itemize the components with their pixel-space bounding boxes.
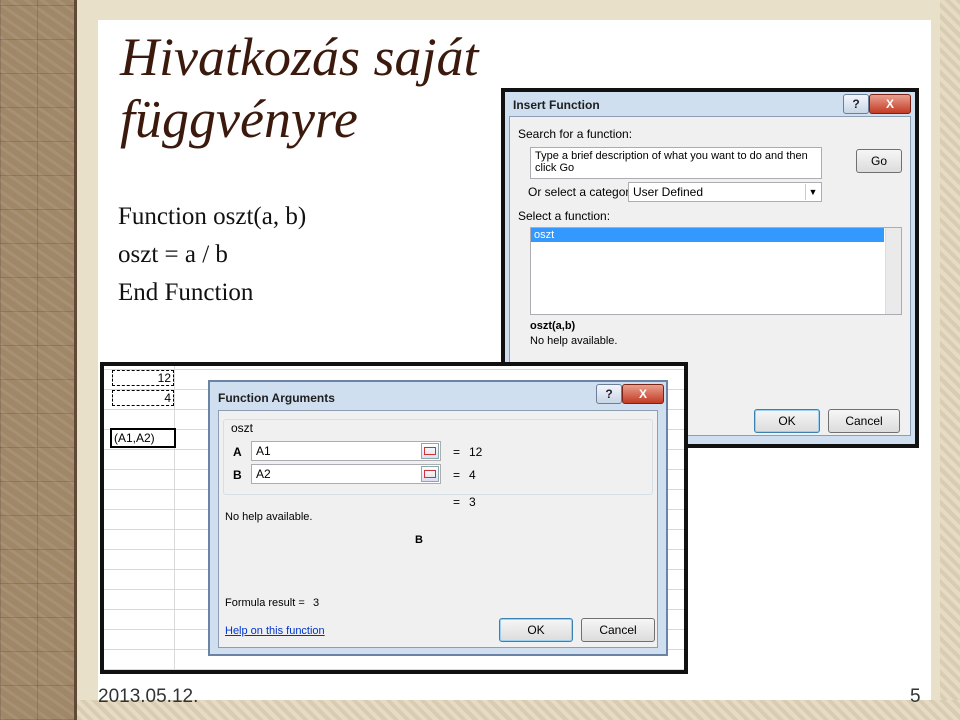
help-icon[interactable]: ? (843, 94, 869, 114)
arg-b-result: 4 (469, 468, 476, 482)
function-signature: oszt(a,b) (530, 320, 576, 332)
arg-a-result: 12 (469, 445, 483, 459)
vba-code: Function oszt(a, b) oszt = a / b End Fun… (118, 198, 306, 312)
decorative-strip (0, 0, 74, 720)
total-result: 3 (469, 495, 476, 509)
arg-b-label: B (233, 468, 242, 482)
cancel-button[interactable]: Cancel (828, 409, 900, 433)
function-help-text: No help available. (225, 511, 313, 523)
category-value: User Defined (633, 185, 704, 199)
formula-result-value: 3 (313, 597, 320, 609)
formula-result-label: Formula result = (225, 597, 305, 609)
arg-b-value: A2 (256, 467, 271, 481)
function-arguments-dialog: Function Arguments ? X oszt A A1 = 12 B … (208, 380, 668, 656)
help-link[interactable]: Help on this function (225, 625, 325, 637)
collapse-dialog-icon[interactable] (421, 443, 439, 459)
code-line: Function oszt(a, b) (118, 203, 307, 230)
footer-date: 2013.05.12. (98, 686, 199, 707)
arg-a-value: A1 (256, 444, 271, 458)
arg-a-eq: = (453, 445, 461, 459)
current-argument: B (415, 534, 423, 546)
cancel-button[interactable]: Cancel (581, 618, 655, 642)
arg-a-label: A (233, 445, 242, 459)
function-name: oszt (231, 421, 254, 435)
right-frame (940, 0, 960, 720)
total-eq: = (453, 495, 461, 509)
function-list[interactable]: oszt (530, 227, 902, 315)
select-function-label: Select a function: (518, 209, 611, 223)
category-label: Or select a category: (528, 185, 639, 199)
search-input[interactable]: Type a brief description of what you wan… (530, 147, 822, 179)
ok-button[interactable]: OK (499, 618, 573, 642)
bottom-frame (77, 700, 960, 720)
ok-button[interactable]: OK (754, 409, 820, 433)
list-item[interactable]: oszt (531, 228, 884, 242)
cell-a1[interactable]: 12 (112, 370, 174, 386)
code-line: End Function (118, 279, 254, 306)
arg-b-input[interactable]: A2 (251, 464, 441, 484)
search-input-text: Type a brief description of what you wan… (535, 150, 808, 174)
active-cell[interactable]: (A1,A2) (110, 428, 176, 448)
dialog-title: Insert Function (513, 98, 600, 112)
arg-b-eq: = (453, 468, 461, 482)
help-icon[interactable]: ? (596, 384, 622, 404)
function-help-text: No help available. (530, 335, 618, 347)
search-label: Search for a function: (518, 127, 633, 141)
chevron-down-icon[interactable]: ▼ (805, 184, 820, 200)
close-icon[interactable]: X (622, 384, 664, 404)
close-icon[interactable]: X (869, 94, 911, 114)
strip-border (74, 0, 77, 720)
cell-a2[interactable]: 4 (112, 390, 174, 406)
collapse-dialog-icon[interactable] (421, 466, 439, 482)
code-line: oszt = a / b (118, 241, 228, 268)
dialog-body: oszt A A1 = 12 B A2 = 4 = 3 No help avai… (218, 410, 658, 648)
arg-a-input[interactable]: A1 (251, 441, 441, 461)
dialog-title: Function Arguments (218, 391, 335, 405)
go-button[interactable]: Go (856, 149, 902, 173)
slide-number: 5 (910, 686, 921, 707)
category-select[interactable]: User Defined ▼ (628, 182, 822, 202)
slide-title: Hivatkozás saját függvényre (120, 27, 479, 149)
scrollbar[interactable] (885, 228, 901, 314)
